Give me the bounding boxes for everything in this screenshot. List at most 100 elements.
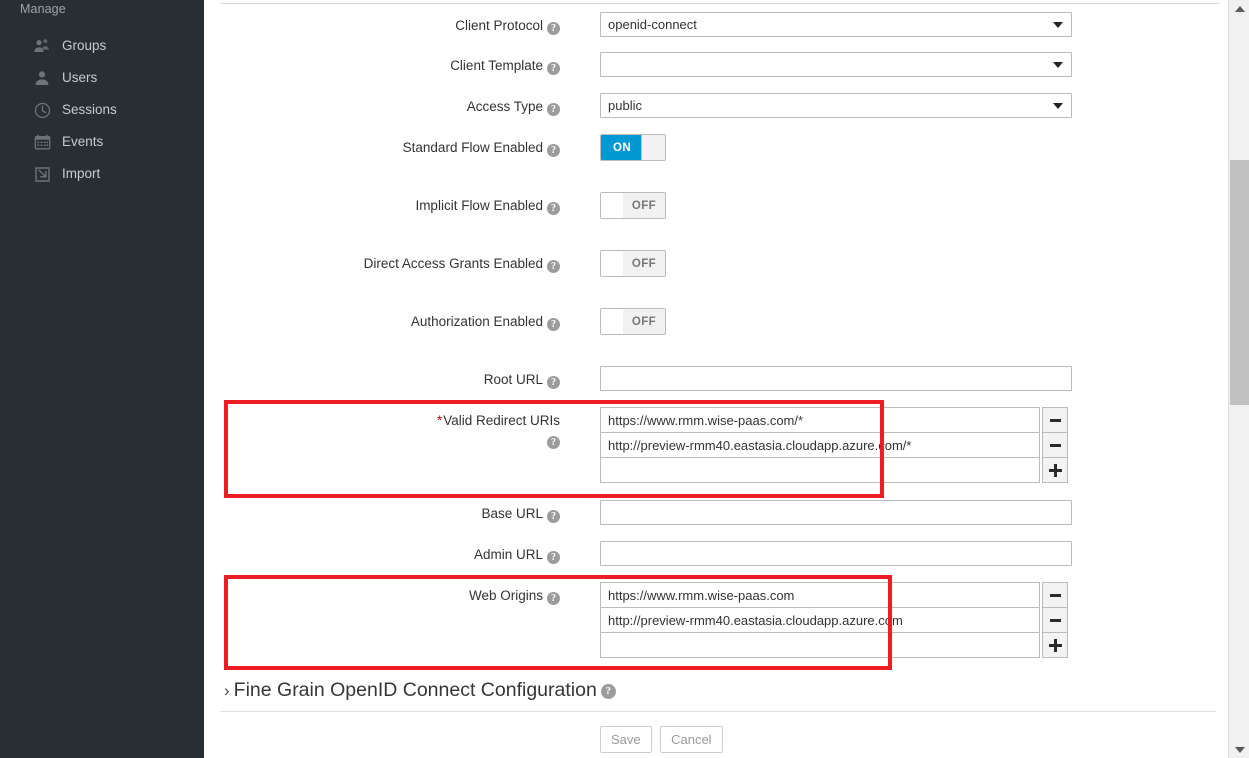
- required-marker: *: [436, 413, 443, 428]
- standard-flow-toggle-state: ON: [601, 135, 643, 160]
- add-valid-redirect-uri-button[interactable]: [1042, 457, 1068, 483]
- client-template-control: [600, 52, 1072, 77]
- toggle-knob: [601, 309, 625, 334]
- section-divider: [220, 711, 1216, 712]
- sidebar-item-label: Import: [62, 166, 101, 181]
- help-icon[interactable]: ?: [547, 318, 560, 331]
- valid-redirect-uri-input[interactable]: [600, 432, 1040, 458]
- web-origin-row: [600, 607, 1068, 633]
- base-url-control: [600, 500, 1072, 525]
- help-icon[interactable]: ?: [547, 260, 560, 273]
- valid-redirect-uris-control: [600, 407, 1068, 483]
- minus-icon: [1049, 593, 1061, 597]
- client-template-value[interactable]: [600, 52, 1072, 77]
- groups-icon: [32, 37, 52, 55]
- sidebar-item-events[interactable]: Events: [0, 126, 204, 158]
- sidebar-item-sessions[interactable]: Sessions: [0, 94, 204, 126]
- client-template-select[interactable]: [600, 52, 1072, 77]
- sidebar-item-label: Groups: [62, 38, 107, 53]
- vertical-scrollbar[interactable]: [1228, 0, 1249, 758]
- standard-flow-toggle[interactable]: ON: [600, 134, 666, 161]
- access-type-label: Access Type?: [330, 97, 560, 116]
- implicit-flow-control: OFF: [600, 192, 666, 219]
- help-icon[interactable]: ?: [547, 202, 560, 215]
- minus-icon: [1049, 443, 1061, 447]
- sidebar-item-users[interactable]: Users: [0, 62, 204, 94]
- toggle-knob: [601, 193, 625, 218]
- web-origin-row: [600, 582, 1068, 608]
- root-url-label: Root URL?: [330, 370, 560, 389]
- base-url-input[interactable]: [600, 500, 1072, 525]
- triangle-down-icon: [1234, 746, 1245, 753]
- remove-valid-redirect-uri-button[interactable]: [1042, 407, 1068, 433]
- help-icon[interactable]: ?: [547, 436, 560, 449]
- sidebar-item-label: Events: [62, 134, 104, 149]
- client-template-label: Client Template?: [330, 56, 560, 75]
- admin-url-label: Admin URL?: [330, 545, 560, 564]
- client-protocol-label: Client Protocol?: [330, 16, 560, 35]
- valid-redirect-uris-label: *Valid Redirect URIs ?: [436, 413, 560, 449]
- help-icon[interactable]: ?: [547, 376, 560, 389]
- access-type-value[interactable]: [600, 93, 1072, 118]
- help-icon[interactable]: ?: [547, 22, 560, 35]
- access-type-select[interactable]: [600, 93, 1072, 118]
- root-url-input[interactable]: [600, 366, 1072, 391]
- chevron-right-icon: ›: [224, 681, 230, 700]
- web-origin-input[interactable]: [600, 582, 1040, 608]
- scrollbar-thumb[interactable]: [1230, 160, 1249, 405]
- valid-redirect-uri-row: [600, 432, 1068, 458]
- toggle-knob: [641, 135, 665, 160]
- valid-redirect-uri-input[interactable]: [600, 407, 1040, 433]
- minus-icon: [1049, 618, 1061, 622]
- implicit-flow-toggle[interactable]: OFF: [600, 192, 666, 219]
- plus-icon: [1048, 638, 1062, 652]
- base-url-label: Base URL?: [330, 504, 560, 523]
- keycloak-client-settings-page: Manage Groups Users Sessions Events Impo…: [0, 0, 1249, 758]
- help-icon[interactable]: ?: [547, 103, 560, 116]
- triangle-up-icon: [1234, 5, 1245, 12]
- help-icon[interactable]: ?: [547, 144, 560, 157]
- admin-url-input[interactable]: [600, 541, 1072, 566]
- web-origin-input[interactable]: [600, 607, 1040, 633]
- add-web-origin-button[interactable]: [1042, 632, 1068, 658]
- fine-grain-openid-section-header[interactable]: › Fine Grain OpenID Connect Configuration…: [224, 677, 616, 704]
- sidebar-heading: Manage: [20, 2, 66, 16]
- direct-access-grants-toggle[interactable]: OFF: [600, 250, 666, 277]
- implicit-flow-toggle-state: OFF: [623, 193, 665, 218]
- client-protocol-value[interactable]: [600, 12, 1072, 37]
- authorization-enabled-toggle-state: OFF: [623, 309, 665, 334]
- help-icon[interactable]: ?: [547, 510, 560, 523]
- authorization-enabled-label: Authorization Enabled?: [330, 312, 560, 331]
- remove-valid-redirect-uri-button[interactable]: [1042, 432, 1068, 458]
- remove-web-origin-button[interactable]: [1042, 582, 1068, 608]
- authorization-enabled-toggle[interactable]: OFF: [600, 308, 666, 335]
- standard-flow-control: ON: [600, 134, 666, 161]
- help-icon[interactable]: ?: [547, 551, 560, 564]
- scroll-down-arrow[interactable]: [1229, 741, 1249, 758]
- import-icon: [32, 165, 52, 183]
- scroll-up-arrow[interactable]: [1229, 0, 1249, 17]
- remove-web-origin-button[interactable]: [1042, 607, 1068, 633]
- help-icon[interactable]: ?: [547, 592, 560, 605]
- web-origins-label: Web Origins?: [330, 586, 560, 605]
- cancel-button[interactable]: Cancel: [660, 726, 723, 753]
- client-settings-form-panel: Client Protocol? Client Template?: [204, 0, 1228, 758]
- valid-redirect-uri-row: [600, 407, 1068, 433]
- root-url-control: [600, 366, 1072, 391]
- sidebar: Manage Groups Users Sessions Events Impo…: [0, 0, 204, 758]
- help-icon[interactable]: ?: [600, 684, 616, 699]
- save-button[interactable]: Save: [600, 726, 652, 753]
- direct-access-grants-control: OFF: [600, 250, 666, 277]
- sidebar-item-import[interactable]: Import: [0, 158, 204, 190]
- sidebar-item-groups[interactable]: Groups: [0, 30, 204, 62]
- valid-redirect-uri-row: [600, 457, 1068, 483]
- web-origin-new-input[interactable]: [600, 632, 1040, 658]
- fine-grain-openid-section-title: Fine Grain OpenID Connect Configuration: [233, 679, 597, 701]
- help-icon[interactable]: ?: [547, 62, 560, 75]
- valid-redirect-uri-new-input[interactable]: [600, 457, 1040, 483]
- form-actions: Save Cancel: [600, 726, 727, 753]
- plus-icon: [1048, 463, 1062, 477]
- sidebar-nav-list: Groups Users Sessions Events Import: [0, 30, 204, 190]
- client-protocol-select[interactable]: [600, 12, 1072, 37]
- standard-flow-label: Standard Flow Enabled?: [330, 138, 560, 157]
